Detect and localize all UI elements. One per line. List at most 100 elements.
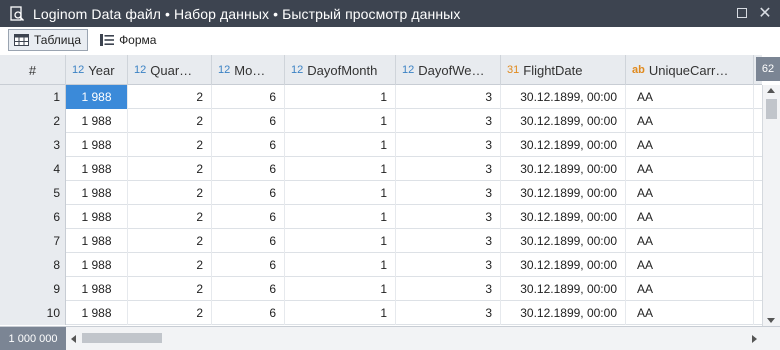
table-cell[interactable]: 6 xyxy=(212,301,285,325)
vertical-scrollbar[interactable] xyxy=(762,85,780,326)
table-cell[interactable]: 3 xyxy=(396,301,501,325)
table-cell[interactable]: 3 xyxy=(396,277,501,301)
table-cell[interactable]: 3 xyxy=(396,157,501,181)
table-cell[interactable]: AA xyxy=(626,301,754,325)
table-cell[interactable]: AA xyxy=(626,109,754,133)
table-cell[interactable]: 2 xyxy=(128,301,212,325)
scroll-right-icon[interactable] xyxy=(752,335,757,343)
table-cell[interactable]: AA xyxy=(626,85,754,109)
table-cell[interactable]: 6 xyxy=(212,85,285,109)
hidden-columns-badge[interactable]: 62 xyxy=(756,57,780,81)
table-cell[interactable]: 1 xyxy=(285,277,396,301)
row-number[interactable]: 7 xyxy=(0,229,66,253)
table-cell[interactable]: 30.12.1899, 00:00 xyxy=(501,181,626,205)
column-header-dayofweek[interactable]: 12 DayofWe… xyxy=(396,55,501,85)
row-number[interactable]: 5 xyxy=(0,181,66,205)
table-cell[interactable]: 3 xyxy=(396,253,501,277)
vertical-scroll-thumb[interactable] xyxy=(766,99,777,119)
table-cell[interactable]: 1 988 xyxy=(66,277,128,301)
table-cell[interactable]: 30.12.1899, 00:00 xyxy=(501,157,626,181)
table-cell[interactable]: 30.12.1899, 00:00 xyxy=(501,205,626,229)
table-cell[interactable]: 3 xyxy=(396,133,501,157)
table-cell[interactable]: 1 xyxy=(285,253,396,277)
table-cell[interactable]: 6 xyxy=(212,229,285,253)
table-cell[interactable]: 30.12.1899, 00:00 xyxy=(501,85,626,109)
column-header-flightdate[interactable]: 31 FlightDate xyxy=(501,55,626,85)
table-cell[interactable]: AA xyxy=(626,205,754,229)
table-cell[interactable]: 6 xyxy=(212,157,285,181)
table-cell[interactable]: 2 xyxy=(128,253,212,277)
table-cell[interactable]: 30.12.1899, 00:00 xyxy=(501,133,626,157)
table-cell[interactable]: 2 xyxy=(128,157,212,181)
row-number[interactable]: 9 xyxy=(0,277,66,301)
table-cell[interactable]: 2 xyxy=(128,85,212,109)
table-cell[interactable]: 2 xyxy=(128,229,212,253)
table-row[interactable]: 61 988 2 6 1 3 30.12.1899, 00:00 AA xyxy=(0,205,762,229)
table-cell[interactable]: 2 xyxy=(128,109,212,133)
table-cell[interactable]: 30.12.1899, 00:00 xyxy=(501,109,626,133)
table-cell[interactable]: 1 xyxy=(285,229,396,253)
table-cell[interactable]: 1 988 xyxy=(66,229,128,253)
table-cell[interactable]: 30.12.1899, 00:00 xyxy=(501,229,626,253)
table-cell[interactable]: 2 xyxy=(128,133,212,157)
table-cell[interactable]: 1 988 xyxy=(66,157,128,181)
table-cell[interactable]: 1 988 xyxy=(66,133,128,157)
table-cell[interactable]: 1 xyxy=(285,133,396,157)
table-row[interactable]: 51 988 2 6 1 3 30.12.1899, 00:00 AA xyxy=(0,181,762,205)
table-cell[interactable]: 2 xyxy=(128,205,212,229)
table-row[interactable]: 21 988 2 6 1 3 30.12.1899, 00:00 AA xyxy=(0,109,762,133)
table-cell[interactable]: 1 xyxy=(285,301,396,325)
row-number[interactable]: 3 xyxy=(0,133,66,157)
scroll-down-icon[interactable] xyxy=(767,318,775,323)
table-cell[interactable]: 1 xyxy=(285,181,396,205)
maximize-button[interactable] xyxy=(733,4,751,22)
table-cell[interactable]: 6 xyxy=(212,277,285,301)
table-cell[interactable]: AA xyxy=(626,133,754,157)
tab-table[interactable]: Таблица xyxy=(8,29,89,51)
column-header-dayofmonth[interactable]: 12 DayofMonth xyxy=(285,55,396,85)
table-row[interactable]: 91 988 2 6 1 3 30.12.1899, 00:00 AA xyxy=(0,277,762,301)
table-cell[interactable]: AA xyxy=(626,277,754,301)
row-number[interactable]: 2 xyxy=(0,109,66,133)
table-cell[interactable]: 30.12.1899, 00:00 xyxy=(501,253,626,277)
column-header-uniquecarrier[interactable]: ab UniqueCarr… xyxy=(626,55,754,85)
row-number[interactable]: 10 xyxy=(0,301,66,325)
table-cell[interactable]: 6 xyxy=(212,181,285,205)
table-cell[interactable]: 3 xyxy=(396,205,501,229)
table-row[interactable]: 31 988 2 6 1 3 30.12.1899, 00:00 AA xyxy=(0,133,762,157)
table-row[interactable]: 41 988 2 6 1 3 30.12.1899, 00:00 AA xyxy=(0,157,762,181)
row-number[interactable]: 1 xyxy=(0,85,66,109)
table-cell[interactable]: 1 988 xyxy=(66,253,128,277)
close-button[interactable]: ✕ xyxy=(756,4,774,22)
table-cell[interactable]: 6 xyxy=(212,109,285,133)
rownum-header[interactable]: # xyxy=(0,55,66,85)
table-cell[interactable]: 3 xyxy=(396,85,501,109)
table-cell[interactable]: 6 xyxy=(212,133,285,157)
horizontal-scroll-thumb[interactable] xyxy=(82,333,162,343)
table-cell[interactable]: 30.12.1899, 00:00 xyxy=(501,301,626,325)
tab-form[interactable]: Форма xyxy=(94,29,163,51)
table-cell[interactable]: 6 xyxy=(212,205,285,229)
table-cell[interactable]: 1 xyxy=(285,109,396,133)
table-cell[interactable]: 1 xyxy=(285,157,396,181)
table-row[interactable]: 11 988 2 6 1 3 30.12.1899, 00:00 AA xyxy=(0,85,762,109)
table-cell[interactable]: AA xyxy=(626,157,754,181)
table-cell[interactable]: 1 xyxy=(285,205,396,229)
table-cell[interactable]: 1 988 xyxy=(66,301,128,325)
table-cell[interactable]: 30.12.1899, 00:00 xyxy=(501,277,626,301)
table-cell[interactable]: 6 xyxy=(212,253,285,277)
table-row[interactable]: 81 988 2 6 1 3 30.12.1899, 00:00 AA xyxy=(0,253,762,277)
table-row[interactable]: 71 988 2 6 1 3 30.12.1899, 00:00 AA xyxy=(0,229,762,253)
table-cell[interactable]: 1 988 xyxy=(66,109,128,133)
table-cell[interactable]: 3 xyxy=(396,229,501,253)
column-header-year[interactable]: 12 Year xyxy=(66,55,128,85)
table-cell[interactable]: AA xyxy=(626,181,754,205)
table-cell[interactable]: 2 xyxy=(128,277,212,301)
scroll-up-icon[interactable] xyxy=(767,88,775,93)
row-number[interactable]: 8 xyxy=(0,253,66,277)
column-header-quarter[interactable]: 12 Quar… xyxy=(128,55,212,85)
table-cell[interactable]: 3 xyxy=(396,109,501,133)
table-cell[interactable]: 1 988 xyxy=(66,181,128,205)
row-number[interactable]: 4 xyxy=(0,157,66,181)
table-cell[interactable]: AA xyxy=(626,253,754,277)
